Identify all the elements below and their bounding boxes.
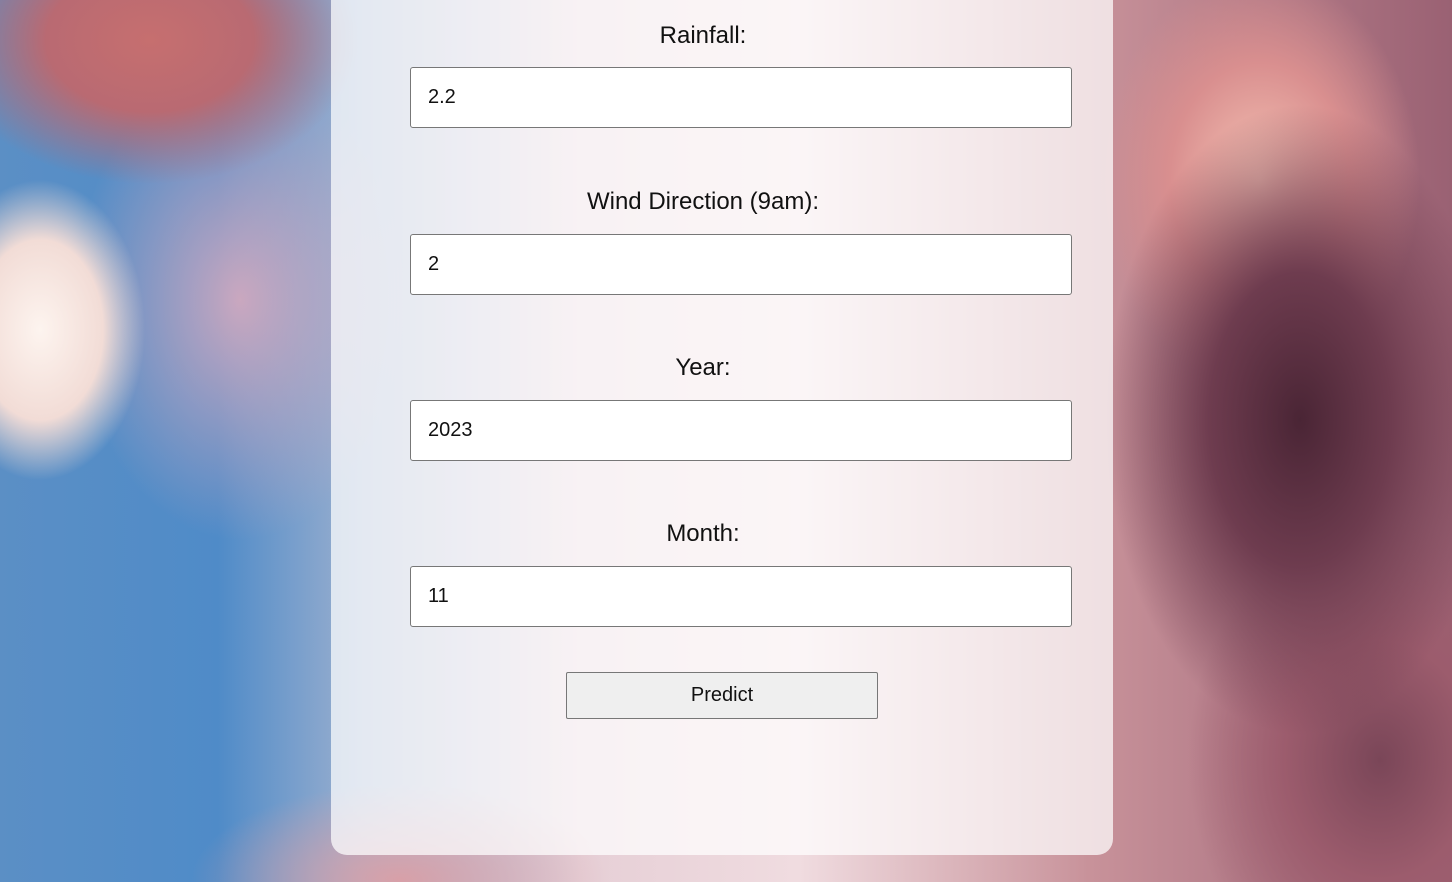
page-background: { "form": { "fields": [ { "label": "Rain… — [0, 0, 1452, 882]
rainfall-label: Rainfall: — [659, 22, 747, 49]
month-label: Month: — [666, 520, 740, 547]
prediction-form-panel: Rainfall: Wind Direction (9am): Year: Mo… — [331, 0, 1113, 855]
wind-direction-input[interactable] — [410, 234, 1072, 295]
predict-button[interactable]: Predict — [566, 672, 878, 719]
month-input[interactable] — [410, 566, 1072, 627]
wind-direction-label: Wind Direction (9am): — [586, 188, 820, 215]
year-input[interactable] — [410, 400, 1072, 461]
rainfall-input[interactable] — [410, 67, 1072, 128]
year-label: Year: — [675, 354, 731, 381]
